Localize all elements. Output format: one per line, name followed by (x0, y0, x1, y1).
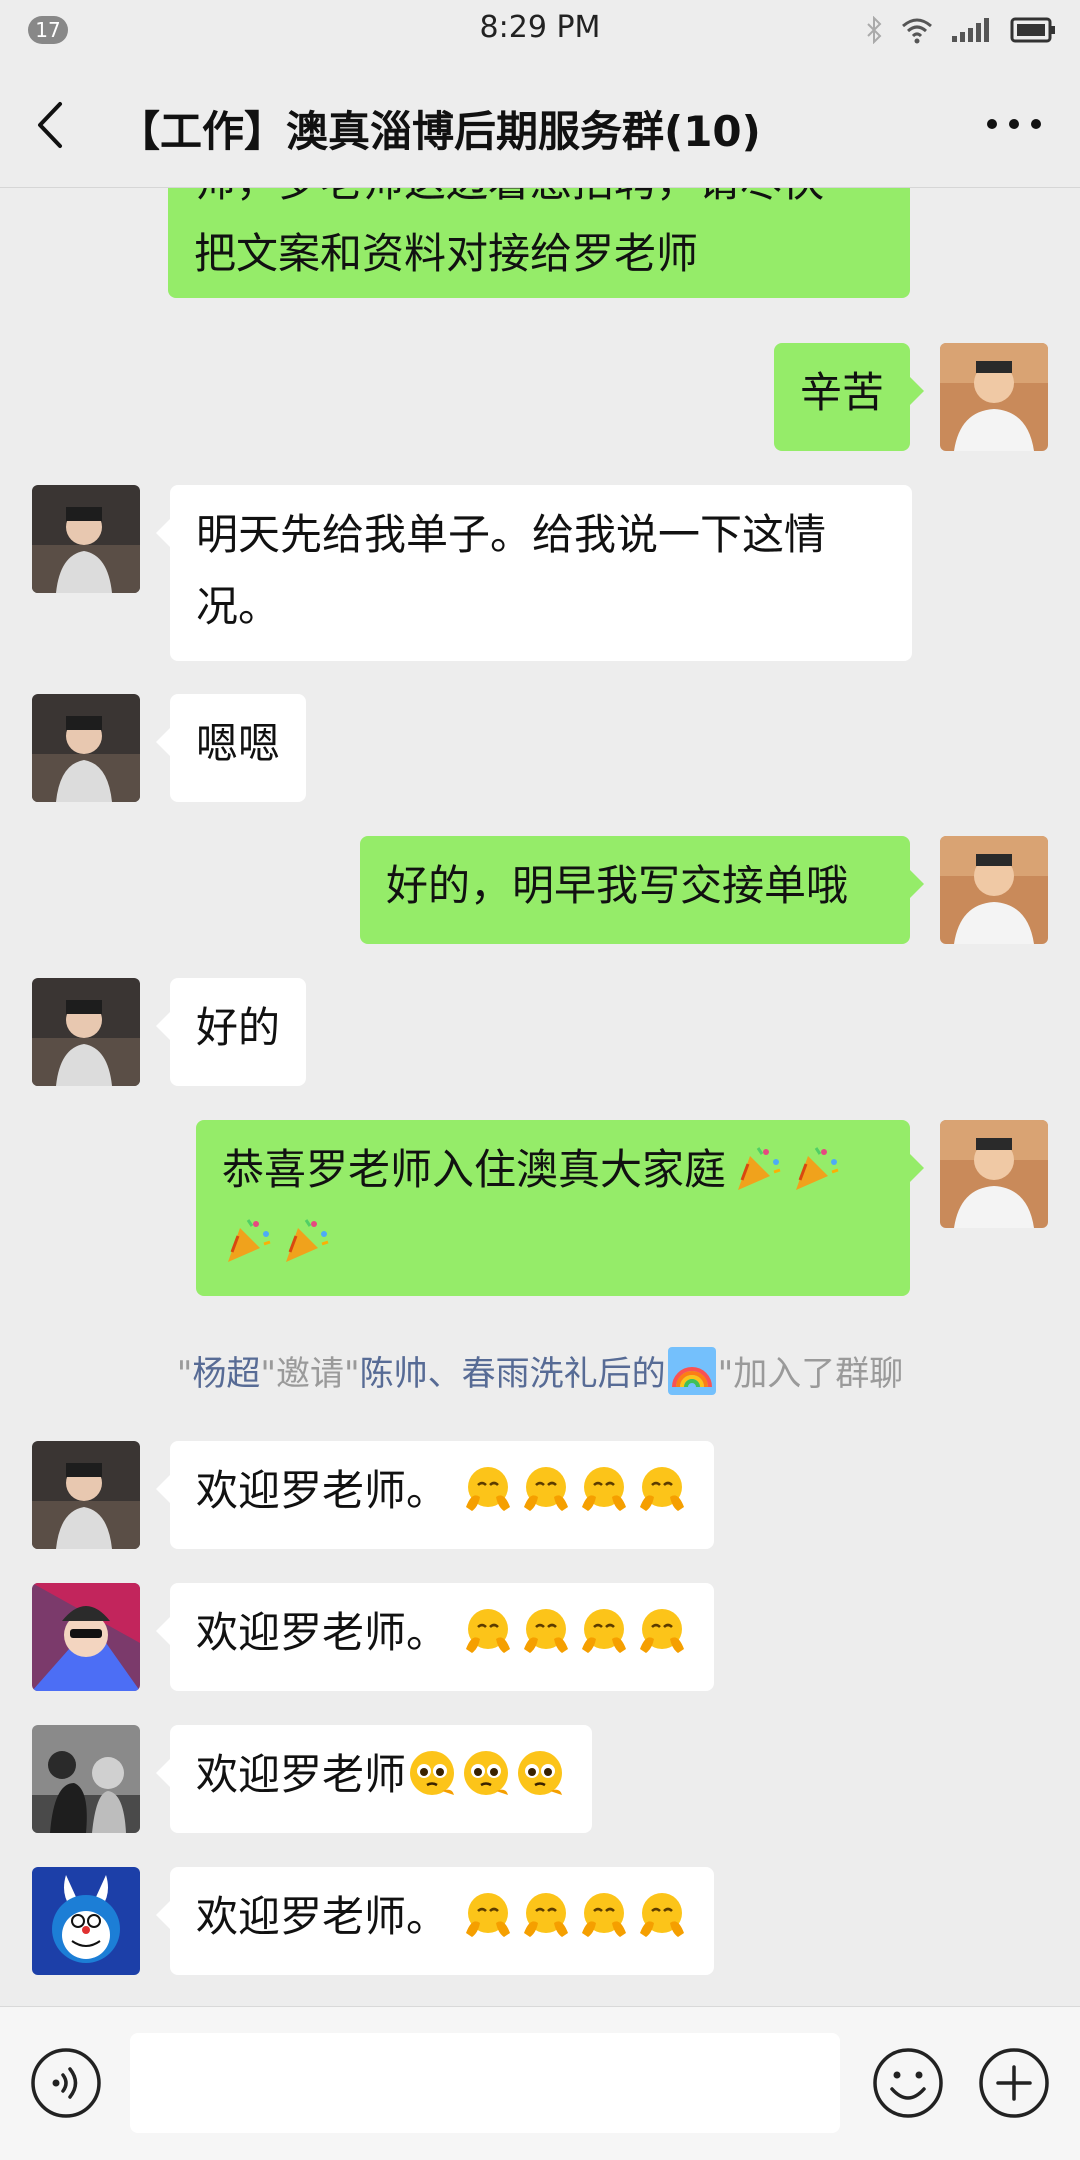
voice-icon[interactable] (28, 2045, 104, 2121)
party-popper-icon (796, 1147, 839, 1190)
chat-title: 【工作】澳真淄博后期服务群(10) (118, 107, 761, 156)
wifi-icon (902, 18, 932, 44)
message-bubble-other[interactable]: 欢迎罗老师。 (155, 1867, 715, 1975)
pleading-face-icon (410, 1751, 455, 1795)
more-dots-icon[interactable] (984, 116, 1044, 132)
party-popper-icon (738, 1147, 781, 1190)
pleading-face-icon (518, 1751, 563, 1795)
message-text: 欢迎罗老师。 (196, 1892, 449, 1941)
invitee-names[interactable]: 陈帅、春雨洗礼后的 (360, 1354, 666, 1394)
bluetooth-icon (867, 16, 882, 44)
message-text: 把文案和资料对接给罗老师 (194, 229, 699, 278)
clapping-face-icon (640, 1893, 685, 1937)
avatar-other[interactable] (32, 1441, 140, 1549)
pleading-face-icon (464, 1751, 509, 1795)
message-text: 辛苦 (800, 368, 885, 417)
message-bubble-self[interactable]: 好的，明早我写交接单哦 (360, 836, 924, 944)
system-message: "杨超"邀请"陈帅、春雨洗礼后的 "加入了群聊 (0, 1346, 1080, 1395)
message-text: 好的，明早我写交接单哦 (386, 861, 849, 910)
clapping-face-icon (524, 1609, 569, 1653)
avatar-other[interactable] (32, 978, 140, 1086)
message-bubble-other[interactable]: 欢迎罗老师。 (155, 1441, 715, 1549)
message-bubble-other[interactable]: 欢迎罗老师 (155, 1725, 593, 1833)
avatar-other[interactable] (32, 1867, 140, 1975)
message-text: 师，罗老师这边着急招聘，请尽快 (194, 188, 884, 218)
avatar-other[interactable] (32, 1725, 140, 1833)
message-text: 欢迎罗老师。 (196, 1608, 449, 1657)
chevron-left-icon[interactable] (30, 100, 74, 150)
clapping-face-icon (466, 1609, 511, 1653)
avatar-other[interactable] (32, 1583, 140, 1691)
avatar-other[interactable] (32, 485, 140, 593)
message-text: 欢迎罗老师 (196, 1750, 407, 1799)
clapping-face-icon (524, 1467, 569, 1511)
clapping-face-icon (582, 1893, 627, 1937)
message-text: 恭喜罗老师入住澳真大家庭 (222, 1145, 727, 1194)
clapping-face-icon (466, 1467, 511, 1511)
message-input[interactable] (130, 2033, 840, 2133)
avatar-self[interactable] (940, 1120, 1048, 1228)
clapping-face-icon (466, 1893, 511, 1937)
message-bubble-other[interactable]: 明天先给我单子。给我说一下这情 况。 (156, 485, 912, 661)
status-bar: 17 8:29 PM (0, 0, 1080, 60)
rainbow-icon (667, 1347, 716, 1395)
clapping-face-icon (582, 1467, 627, 1511)
message-text: 嗯嗯 (196, 719, 281, 768)
message-text: 况。 (196, 582, 281, 631)
clapping-face-icon (640, 1467, 685, 1511)
message-bubble-other[interactable]: 好的 (155, 978, 307, 1086)
avatar-self[interactable] (940, 836, 1048, 944)
signal-icon (952, 18, 989, 42)
status-icons (866, 14, 1056, 46)
message-bubble-self[interactable]: 辛苦 (774, 343, 925, 451)
plus-icon[interactable] (976, 2045, 1052, 2121)
message-bubble-self[interactable]: 师，罗老师这边着急招聘，请尽快 把文案和资料对接给罗老师 (168, 188, 910, 298)
chat-area[interactable]: 师，罗老师这边着急招聘，请尽快 把文案和资料对接给罗老师 辛苦 明天先给我单子。… (0, 188, 1080, 2006)
message-text: 明天先给我单子。给我说一下这情 (196, 510, 827, 559)
message-bubble-other[interactable]: 欢迎罗老师。 (155, 1583, 715, 1691)
inviter-name[interactable]: 杨超 (192, 1354, 260, 1394)
avatar-self[interactable] (940, 343, 1048, 451)
avatar-other[interactable] (32, 694, 140, 802)
party-popper-icon (228, 1219, 271, 1262)
clapping-face-icon (582, 1609, 627, 1653)
message-text: 好的 (196, 1003, 281, 1052)
message-text: 欢迎罗老师。 (196, 1466, 449, 1515)
message-bubble-self[interactable]: 恭喜罗老师入住澳真大家庭 (196, 1120, 924, 1296)
clapping-face-icon (524, 1893, 569, 1937)
nav-bar: 【工作】澳真淄博后期服务群(10) (0, 60, 1080, 188)
smiley-icon[interactable] (870, 2045, 946, 2121)
battery-icon (1010, 17, 1055, 43)
input-bar (0, 2006, 1080, 2160)
party-popper-icon (286, 1219, 329, 1262)
message-bubble-other[interactable]: 嗯嗯 (155, 694, 307, 802)
clapping-face-icon (640, 1609, 685, 1653)
